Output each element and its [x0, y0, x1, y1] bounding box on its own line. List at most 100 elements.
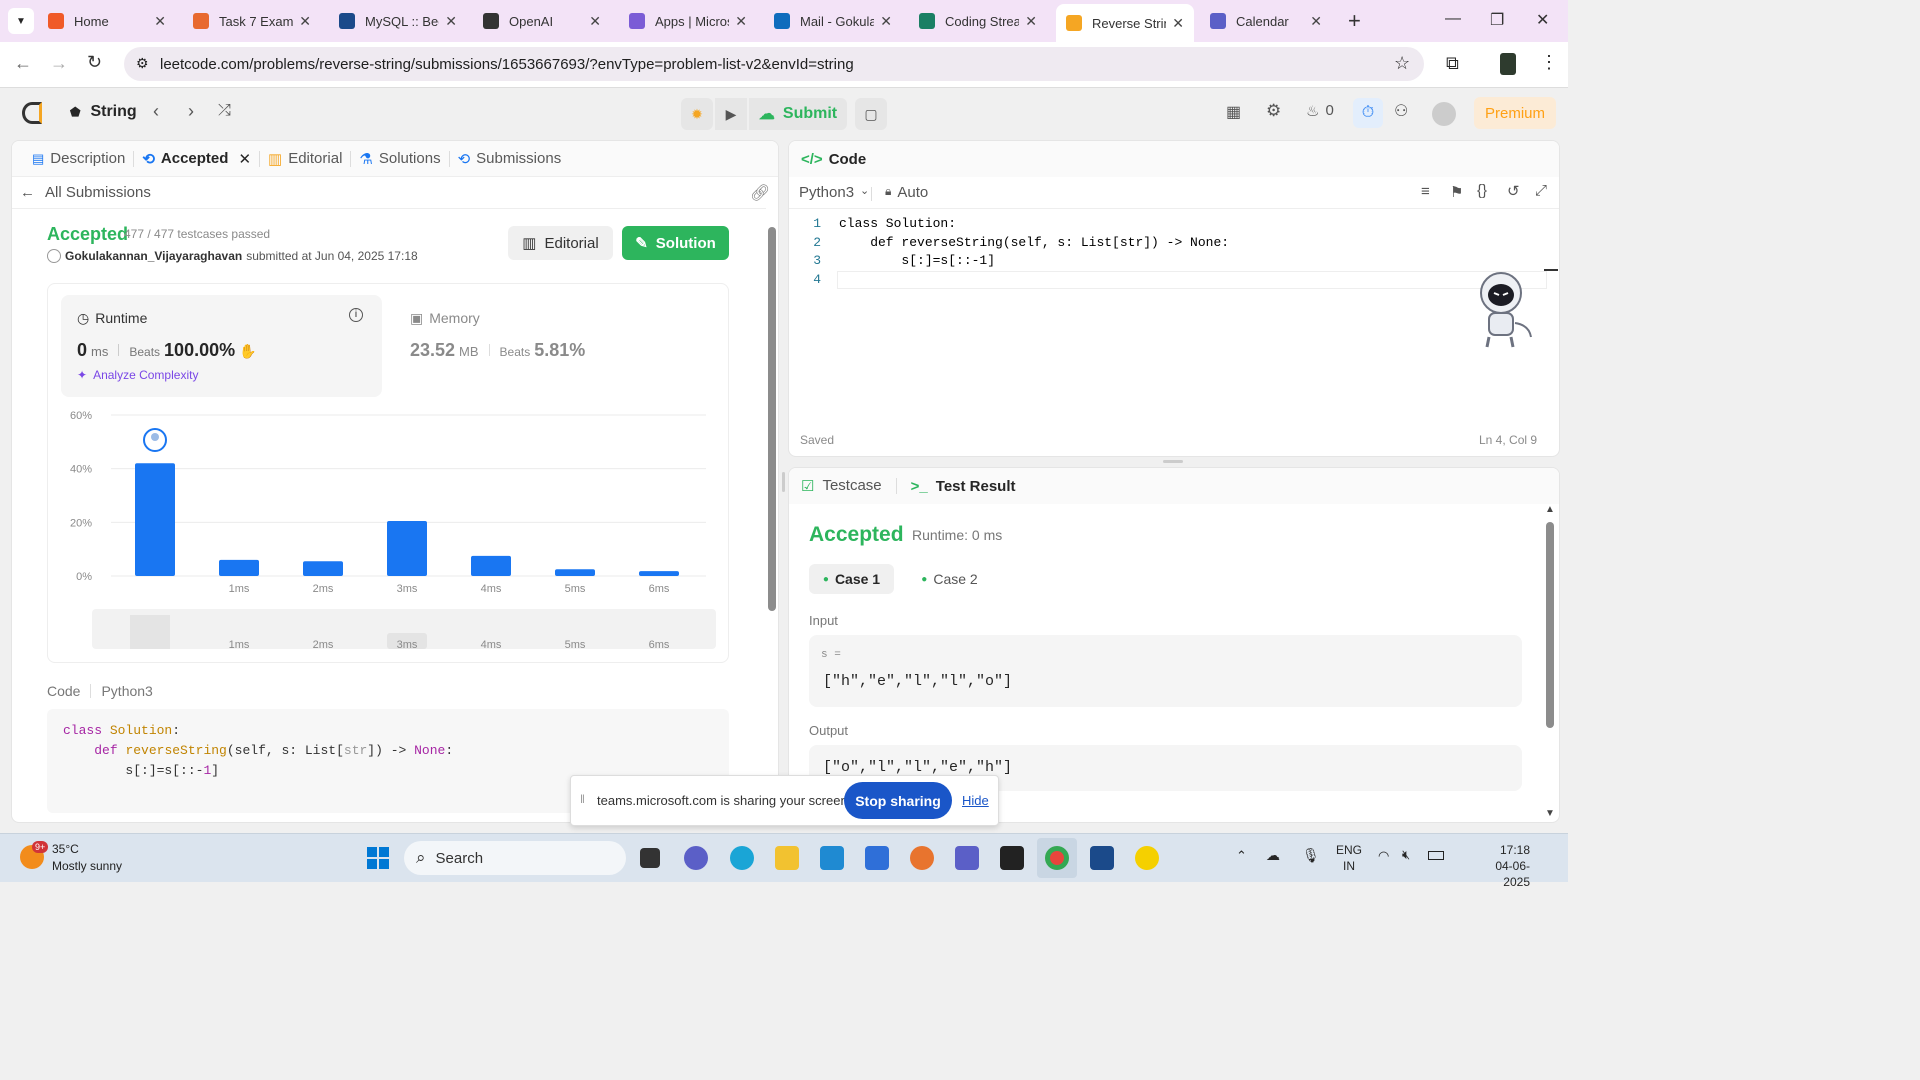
extensions-icon[interactable]: ⧉ [1446, 53, 1459, 74]
editorial-button[interactable]: ▥ Editorial [508, 226, 613, 260]
store-icon[interactable] [865, 846, 889, 870]
url-input[interactable]: ⚙ leetcode.com/problems/reverse-string/s… [124, 47, 1424, 81]
back-icon[interactable]: ← [14, 53, 32, 74]
all-submissions-link[interactable]: ← All Submissions [20, 184, 151, 201]
edge-icon[interactable] [730, 846, 754, 870]
wifi-icon[interactable]: ◠ [1378, 848, 1389, 864]
terminal-icon[interactable] [1000, 846, 1024, 870]
reset-icon[interactable]: ↺ [1507, 182, 1520, 200]
close-window-button[interactable]: ✕ [1536, 10, 1549, 30]
layout-icon[interactable]: ▦ [1226, 102, 1241, 122]
submit-button[interactable]: ☁ Submit [749, 98, 847, 130]
browser-tab[interactable]: OpenAI ✕ [473, 6, 611, 36]
settings-gear-icon[interactable]: ⚙ [1266, 101, 1281, 121]
browser-menu-icon[interactable]: ⋮ [1540, 52, 1558, 73]
username[interactable]: Gokulakannan_Vijayaraghavan [65, 249, 242, 263]
browser-tab[interactable]: Apps | Micros ✕ [619, 6, 757, 36]
profile-icon[interactable] [1500, 53, 1516, 75]
weather-desc[interactable]: Mostly sunny [52, 859, 122, 873]
info-icon[interactable]: i [349, 308, 363, 322]
auto-mode-toggle[interactable]: 🔒︎ Auto [885, 184, 928, 201]
taskbar-search-input[interactable]: ⌕ Search [404, 841, 626, 875]
new-tab-button[interactable]: + [1348, 8, 1361, 34]
avatar[interactable] [1432, 102, 1456, 126]
shuffle-icon[interactable]: ⤮ [218, 102, 231, 120]
language-indicator[interactable]: ENG IN [1336, 842, 1362, 874]
browser-tab[interactable]: Calendar ✕ [1200, 6, 1332, 36]
vscode-icon[interactable] [820, 846, 844, 870]
close-icon[interactable]: ✕ [1172, 15, 1184, 32]
site-info-icon[interactable]: ⚙ [136, 55, 149, 72]
tray-chevron-icon[interactable]: ⌃ [1236, 848, 1247, 864]
windows-start-icon[interactable] [366, 846, 390, 870]
bookmark-star-icon[interactable]: ☆ [1394, 53, 1410, 74]
browser-tab[interactable]: Home ✕ [38, 6, 176, 36]
teams-icon[interactable] [955, 846, 979, 870]
tab-description[interactable]: ▤ Description [24, 150, 133, 167]
teams-chat-icon[interactable] [684, 846, 708, 870]
language-select[interactable]: Python3 ⌄ [799, 184, 869, 201]
scrollbar[interactable] [768, 227, 776, 611]
case-1-tab[interactable]: ● Case 1 [809, 564, 894, 594]
drag-handle-icon[interactable]: ‖ [580, 792, 585, 806]
browser-tab[interactable]: Task 7 Examp ✕ [183, 6, 321, 36]
prev-problem-icon[interactable]: ‹ [153, 101, 159, 122]
cloud-icon[interactable]: ☁ [1266, 847, 1280, 864]
close-tab-icon[interactable]: ✕ [238, 150, 251, 168]
premium-button[interactable]: Premium [1474, 97, 1556, 129]
reload-icon[interactable]: ↻ [87, 52, 102, 73]
code-editor[interactable]: 1 class Solution: 2 def reverseString(self… [789, 215, 1549, 435]
forward-icon[interactable]: → [50, 53, 68, 74]
editor-scrollbar[interactable] [1544, 269, 1558, 271]
close-icon[interactable]: ✕ [445, 13, 457, 30]
case-2-tab[interactable]: ● Case 2 [907, 564, 992, 594]
close-icon[interactable]: ✕ [1025, 13, 1037, 30]
file-explorer-icon[interactable] [775, 846, 799, 870]
leetcode-logo[interactable] [22, 102, 42, 124]
close-icon[interactable]: ✕ [880, 13, 892, 30]
minimize-button[interactable]: — [1445, 10, 1461, 28]
result-scrollbar[interactable] [1546, 522, 1554, 728]
analyze-complexity-link[interactable]: ✦ Analyze Complexity [77, 368, 198, 382]
streak-counter[interactable]: ♨ 0 [1306, 102, 1334, 120]
close-icon[interactable]: ✕ [735, 13, 747, 30]
result-scroll-down-icon[interactable]: ▼ [1545, 808, 1555, 819]
bookmark-icon[interactable]: ⚑ [1450, 183, 1463, 201]
app-icon[interactable] [910, 846, 934, 870]
tab-editorial[interactable]: ▥ Editorial [260, 150, 350, 168]
tab-solutions[interactable]: ⚗ Solutions [351, 150, 448, 168]
stop-sharing-button[interactable]: Stop sharing [844, 782, 952, 819]
volume-muted-icon[interactable]: 🔇︎ [1402, 847, 1410, 863]
run-button[interactable]: ▶ [715, 98, 747, 130]
runtime-card[interactable]: ◷ Runtime i 0 ms Beats 100.00% ✋ ✦ Analyze… [61, 295, 382, 397]
timer-icon[interactable]: ⏱ [1353, 98, 1383, 128]
add-friend-icon[interactable]: ⚇ [1394, 101, 1408, 121]
notes-button[interactable]: ▢ [855, 98, 887, 130]
hide-link[interactable]: Hide [962, 793, 989, 808]
result-scroll-up-icon[interactable]: ▲ [1545, 504, 1555, 515]
tab-submissions[interactable]: ⟲ Submissions [450, 150, 570, 168]
battery-icon[interactable] [1428, 851, 1444, 860]
tab-test-result[interactable]: >_ Test Result [911, 478, 1016, 495]
close-icon[interactable]: ✕ [1310, 13, 1322, 30]
clock[interactable]: 17:18 04-06-2025 [1470, 842, 1530, 890]
checklist-icon[interactable] [1135, 846, 1159, 870]
browser-tab[interactable]: MySQL :: Beg ✕ [329, 6, 467, 36]
share-link-icon[interactable]: 🔗︎ [750, 183, 770, 203]
microphone-icon[interactable]: 🎙︎ [1302, 847, 1320, 864]
braces-icon[interactable]: {} [1477, 182, 1487, 199]
memory-card[interactable]: ▣ Memory 23.52 MB Beats 5.81% [398, 295, 718, 397]
panel-resize-handle[interactable] [1163, 460, 1183, 463]
tab-accepted[interactable]: ⟲ Accepted ✕ [134, 150, 259, 168]
close-icon[interactable]: ✕ [299, 13, 311, 30]
close-icon[interactable]: ✕ [154, 13, 166, 30]
format-icon[interactable]: ≡ [1421, 183, 1430, 200]
browser-tab[interactable]: Reverse Strin ✕ [1056, 4, 1194, 42]
mysql-icon[interactable] [1090, 846, 1114, 870]
vertical-resize-handle[interactable] [782, 472, 785, 492]
browser-tab[interactable]: Coding Strea ✕ [909, 6, 1047, 36]
fullscreen-icon[interactable]: ⤢ [1535, 182, 1547, 199]
tab-testcase[interactable]: ☑ Testcase [801, 477, 882, 495]
weather-temp[interactable]: 35°C [52, 842, 79, 856]
maximize-button[interactable]: ❐ [1490, 10, 1504, 30]
